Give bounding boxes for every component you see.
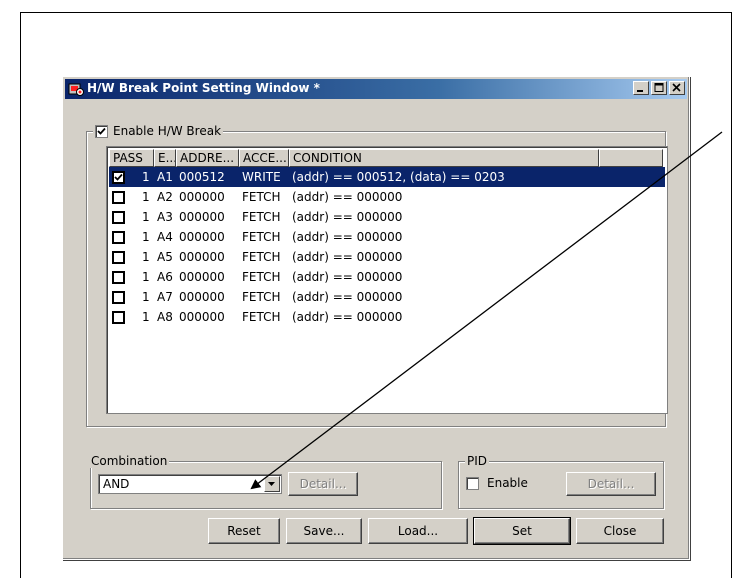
- arrow-to-combination-icon: [250, 131, 723, 490]
- annotation-arrows: [250, 131, 723, 490]
